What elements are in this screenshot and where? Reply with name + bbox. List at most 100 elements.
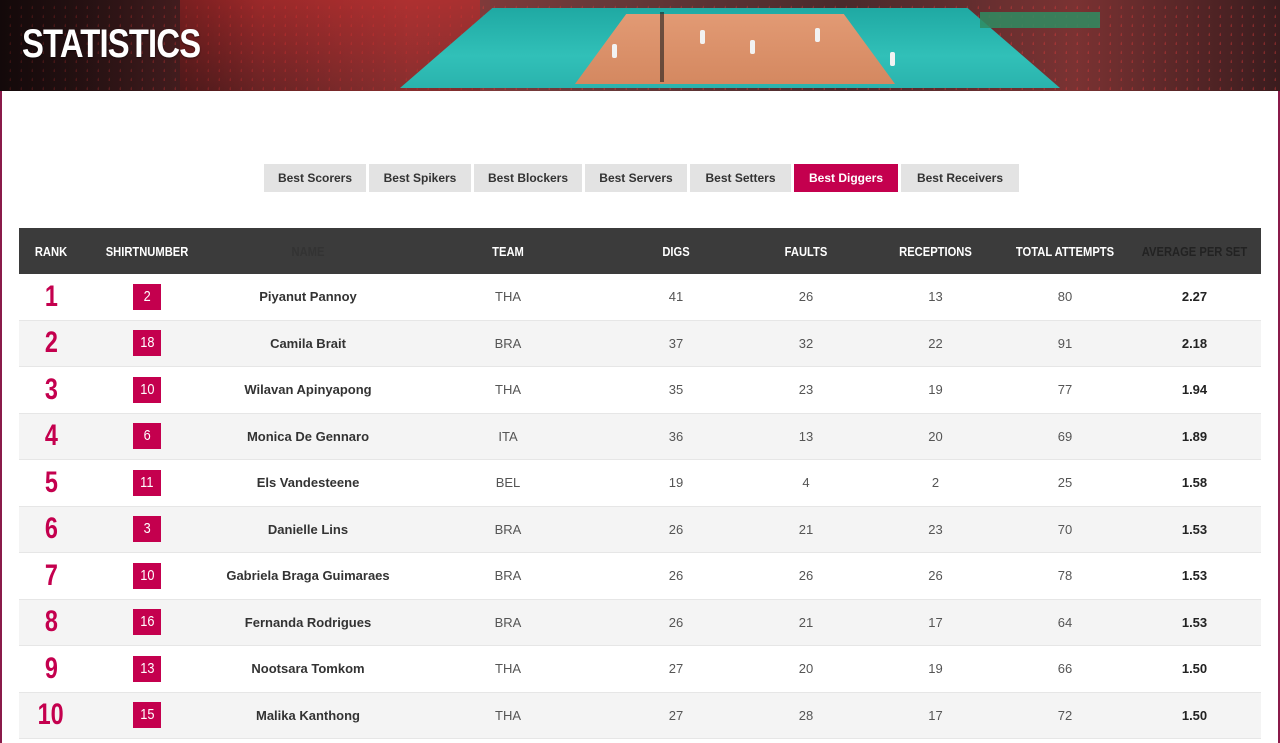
- player-name[interactable]: Nootsara Tomkom: [211, 661, 405, 676]
- player-name[interactable]: Fernanda Rodrigues: [211, 615, 405, 630]
- total-attempts-value: 80: [1057, 289, 1073, 305]
- total-attempts-value: 69: [1057, 428, 1073, 444]
- shirt-number-badge: 10: [133, 376, 161, 403]
- header-rank[interactable]: RANK: [23, 244, 78, 259]
- table-header: RANK SHIRTNUMBER NAME TEAM DIGS FAULTS R…: [19, 228, 1261, 274]
- header-name[interactable]: NAME: [225, 244, 392, 259]
- table-row: 7 10 Gabriela Braga Guimaraes BRA 26 26 …: [19, 553, 1261, 600]
- team-code: THA: [495, 289, 521, 305]
- header-banner: STATISTICS: [0, 0, 1280, 91]
- faults-value: 26: [798, 289, 814, 305]
- faults-value: 21: [798, 521, 814, 537]
- tab-best-diggers[interactable]: Best Diggers: [794, 164, 898, 192]
- total-attempts-value: 77: [1057, 382, 1073, 398]
- digs-value: 26: [668, 614, 684, 630]
- digs-value: 27: [668, 707, 684, 723]
- tab-best-receivers[interactable]: Best Receivers: [901, 164, 1019, 192]
- tab-best-spikers[interactable]: Best Spikers: [369, 164, 471, 192]
- player-name[interactable]: Gabriela Braga Guimaraes: [211, 568, 405, 583]
- banner-player: [815, 28, 820, 42]
- stat-category-tabs: Best Scorers Best Spikers Best Blockers …: [264, 164, 1019, 192]
- header-shirtnumber[interactable]: SHIRTNUMBER: [92, 244, 202, 259]
- faults-value: 21: [798, 614, 814, 630]
- player-name[interactable]: Piyanut Pannoy: [211, 289, 405, 304]
- player-name[interactable]: Malika Kanthong: [211, 708, 405, 723]
- page-title: STATISTICS: [22, 22, 201, 66]
- team-code: THA: [495, 382, 521, 398]
- banner-player: [890, 52, 895, 66]
- table-row: 2 18 Camila Brait BRA 37 32 22 91 2.18: [19, 320, 1261, 367]
- rank-number: 10: [37, 698, 65, 732]
- player-name[interactable]: Els Vandesteene: [211, 475, 405, 490]
- team-code: BRA: [494, 614, 522, 630]
- average-per-set-value: 1.50: [1181, 707, 1208, 723]
- rank-number: 3: [44, 372, 58, 406]
- shirt-number-badge: 15: [133, 702, 161, 729]
- tab-best-blockers[interactable]: Best Blockers: [474, 164, 582, 192]
- table-row: 4 6 Monica De Gennaro ITA 36 13 20 69 1.…: [19, 413, 1261, 460]
- receptions-value: 23: [928, 521, 943, 537]
- shirt-number-badge: 16: [133, 609, 161, 636]
- average-per-set-value: 2.18: [1181, 335, 1208, 351]
- receptions-value: 22: [928, 335, 943, 351]
- team-code: BRA: [494, 568, 522, 584]
- rank-number: 9: [44, 651, 58, 685]
- table-row: 3 10 Wilavan Apinyapong THA 35 23 19 77 …: [19, 367, 1261, 414]
- table-row: 8 16 Fernanda Rodrigues BRA 26 21 17 64 …: [19, 599, 1261, 646]
- total-attempts-value: 70: [1057, 521, 1073, 537]
- shirt-number-badge: 3: [133, 516, 161, 543]
- player-name[interactable]: Monica De Gennaro: [211, 429, 405, 444]
- rank-number: 4: [44, 419, 58, 453]
- average-per-set-value: 1.58: [1181, 475, 1208, 491]
- faults-value: 23: [798, 382, 814, 398]
- team-code: BRA: [494, 335, 522, 351]
- receptions-value: 17: [928, 707, 943, 723]
- header-receptions[interactable]: RECEPTIONS: [880, 244, 991, 259]
- player-name[interactable]: Camila Brait: [211, 336, 405, 351]
- digs-value: 36: [668, 428, 684, 444]
- digs-value: 41: [668, 289, 684, 305]
- total-attempts-value: 78: [1057, 568, 1073, 584]
- team-code: THA: [495, 707, 521, 723]
- average-per-set-value: 1.53: [1181, 568, 1208, 584]
- tab-best-servers[interactable]: Best Servers: [585, 164, 687, 192]
- faults-value: 28: [798, 707, 814, 723]
- shirt-number-badge: 13: [133, 655, 161, 682]
- faults-value: 4: [802, 475, 810, 491]
- player-name[interactable]: Wilavan Apinyapong: [211, 382, 405, 397]
- rank-number: 6: [44, 512, 58, 546]
- banner-adboard: [980, 12, 1100, 28]
- banner-net: [660, 12, 664, 82]
- rank-number: 2: [44, 326, 58, 360]
- faults-value: 32: [798, 335, 814, 351]
- player-name[interactable]: Danielle Lins: [211, 522, 405, 537]
- receptions-value: 19: [928, 382, 943, 398]
- average-per-set-value: 2.27: [1181, 289, 1208, 305]
- digs-value: 26: [668, 568, 684, 584]
- tab-best-setters[interactable]: Best Setters: [690, 164, 791, 192]
- average-per-set-value: 1.53: [1181, 614, 1208, 630]
- table-row: 6 3 Danielle Lins BRA 26 21 23 70 1.53: [19, 506, 1261, 553]
- banner-player: [612, 44, 617, 58]
- header-faults[interactable]: FAULTS: [750, 244, 862, 259]
- header-average-per-set[interactable]: AVERAGE PER SET: [1139, 244, 1250, 259]
- receptions-value: 20: [928, 428, 943, 444]
- rank-number: 5: [44, 465, 58, 499]
- team-code: THA: [495, 661, 521, 677]
- shirt-number-badge: 2: [133, 283, 161, 310]
- header-total-attempts[interactable]: TOTAL ATTEMPTS: [1009, 244, 1121, 259]
- faults-value: 13: [798, 428, 814, 444]
- header-team[interactable]: TEAM: [419, 244, 596, 259]
- total-attempts-value: 91: [1057, 335, 1073, 351]
- digs-value: 35: [668, 382, 684, 398]
- shirt-number-badge: 10: [133, 562, 161, 589]
- shirt-number-badge: 6: [133, 423, 161, 450]
- tab-best-scorers[interactable]: Best Scorers: [264, 164, 366, 192]
- average-per-set-value: 1.94: [1181, 382, 1208, 398]
- table-row: 5 11 Els Vandesteene BEL 19 4 2 25 1.58: [19, 460, 1261, 507]
- banner-player: [700, 30, 705, 44]
- shirt-number-badge: 18: [133, 330, 161, 357]
- header-digs[interactable]: DIGS: [620, 244, 732, 259]
- rank-number: 1: [44, 279, 58, 313]
- team-code: ITA: [498, 428, 518, 444]
